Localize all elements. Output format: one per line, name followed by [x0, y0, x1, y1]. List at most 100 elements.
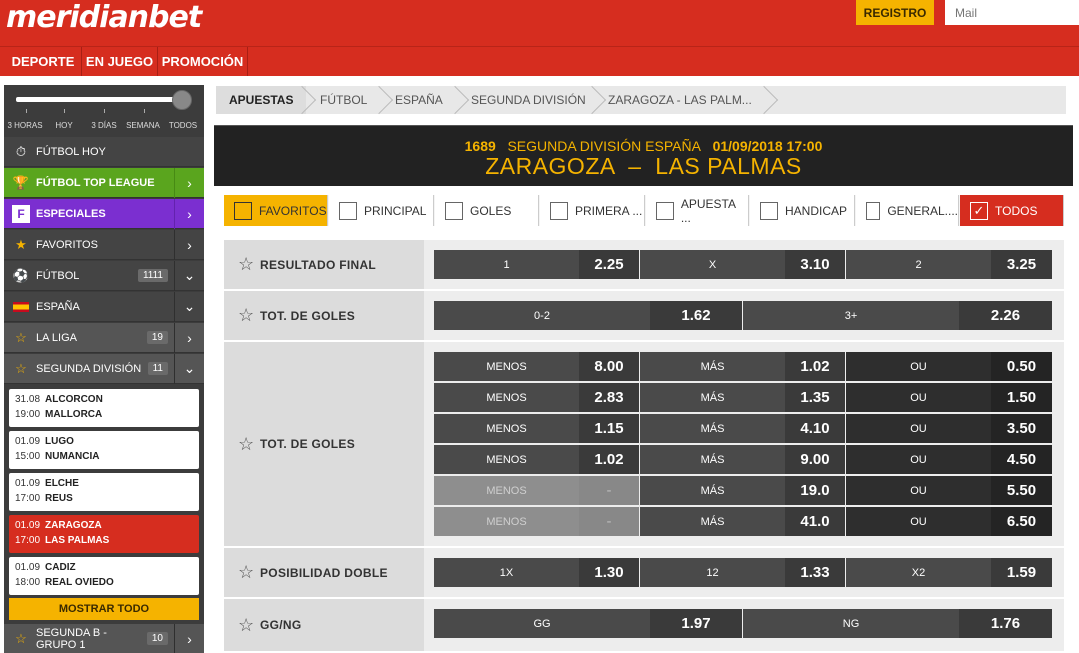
odds-button: MENOS -: [434, 507, 639, 536]
header: meridianbet REGISTRO: [0, 0, 1079, 46]
chevron-down-icon[interactable]: ⌄: [174, 291, 204, 322]
odds-button[interactable]: OU 4.50: [846, 445, 1052, 474]
star-outline-icon[interactable]: ☆: [12, 329, 30, 347]
star-outline-icon[interactable]: ☆: [238, 254, 260, 275]
odds-button[interactable]: GG 1.97: [434, 609, 742, 638]
odds-button[interactable]: X 3.10: [640, 250, 845, 279]
odds-button[interactable]: OU 5.50: [846, 476, 1052, 505]
sidebar-item-futbol-hoy[interactable]: ⏱ FÚTBOL HOY: [4, 137, 204, 167]
star-outline-icon[interactable]: ☆: [238, 615, 260, 636]
tab-apuesta[interactable]: APUESTA ...: [646, 195, 749, 226]
odds-button[interactable]: MENOS 1.15: [434, 414, 639, 443]
show-all-button[interactable]: MOSTRAR TODO: [9, 598, 199, 620]
odds-button[interactable]: OU 1.50: [846, 383, 1052, 412]
main-nav: DEPORTE EN JUEGO PROMOCIÓN: [0, 46, 1079, 76]
odds-button[interactable]: MÁS 1.02: [640, 352, 845, 381]
tab-favoritos[interactable]: FAVORITOS: [224, 195, 328, 226]
event-header: 1689 SEGUNDA DIVISIÓN ESPAÑA 01/09/2018 …: [214, 125, 1073, 186]
mail-input[interactable]: [945, 0, 1079, 25]
breadcrumb-item[interactable]: FÚTBOL: [320, 86, 367, 114]
chevron-down-icon[interactable]: ⌄: [174, 260, 204, 291]
chevron-right-icon[interactable]: ›: [174, 229, 204, 260]
odds-button[interactable]: 1 2.25: [434, 250, 639, 279]
odds-button[interactable]: MENOS 2.83: [434, 383, 639, 412]
tab-goles[interactable]: GOLES: [435, 195, 539, 226]
odds-button[interactable]: 12 1.33: [640, 558, 845, 587]
odds-button[interactable]: X2 1.59: [846, 558, 1052, 587]
checkbox[interactable]: [656, 201, 674, 220]
odds-button[interactable]: MENOS 8.00: [434, 352, 639, 381]
star-outline-icon[interactable]: ☆: [238, 305, 260, 326]
match-item[interactable]: 01.09 ELCHE 17:00 REUS: [9, 473, 199, 511]
odds-button[interactable]: 0-2 1.62: [434, 301, 742, 330]
chevron-right-icon[interactable]: ›: [174, 167, 204, 198]
chevron-right-icon[interactable]: ›: [174, 322, 204, 353]
sidebar-item-label: SEGUNDA DIVISIÓN: [36, 362, 142, 375]
time-slider[interactable]: 3 HORAS HOY 3 DÍAS SEMANA TODOS: [4, 85, 204, 137]
sidebar-item-favoritos[interactable]: ★ FAVORITOS ›: [4, 229, 204, 260]
tab-handicap[interactable]: HANDICAP: [750, 195, 855, 226]
chevron-down-icon[interactable]: ⌄: [174, 353, 204, 384]
checkbox[interactable]: [550, 201, 568, 220]
slider-track[interactable]: [16, 97, 186, 102]
odds-button[interactable]: MENOS 1.02: [434, 445, 639, 474]
checkbox[interactable]: [234, 201, 252, 220]
tab-todos[interactable]: ✓ TODOS: [960, 195, 1064, 226]
match-item[interactable]: 31.08 ALCORCON 19:00 MALLORCA: [9, 389, 199, 427]
sidebar-item-segunda-b[interactable]: ☆ SEGUNDA B - GRUPO 1 10 ›: [4, 623, 204, 653]
slider-knob[interactable]: [172, 90, 192, 110]
slider-label: 3 HORAS: [7, 121, 43, 130]
star-outline-icon[interactable]: ☆: [238, 434, 260, 455]
nav-deporte[interactable]: DEPORTE: [5, 47, 82, 76]
odds-button[interactable]: MÁS 19.0: [640, 476, 845, 505]
count-badge: 10: [146, 632, 168, 645]
event-meta: 1689 SEGUNDA DIVISIÓN ESPAÑA 01/09/2018 …: [214, 138, 1073, 154]
logo[interactable]: meridianbet: [6, 0, 202, 35]
odds-button[interactable]: MÁS 4.10: [640, 414, 845, 443]
star-outline-icon[interactable]: ☆: [12, 360, 30, 378]
soccer-ball-icon: ⚽: [12, 267, 30, 283]
tab-principal[interactable]: PRINCIPAL: [329, 195, 434, 226]
nav-en-juego[interactable]: EN JUEGO: [82, 47, 158, 76]
sidebar-item-especiales[interactable]: F ESPECIALES ›: [4, 198, 204, 229]
odds-button[interactable]: 2 3.25: [846, 250, 1052, 279]
odds-button[interactable]: OU 6.50: [846, 507, 1052, 536]
breadcrumb: APUESTAS FÚTBOL ESPAÑA SEGUNDA DIVISIÓN …: [216, 85, 1066, 115]
chevron-right-icon[interactable]: ›: [174, 198, 204, 229]
chevron-right-icon[interactable]: ›: [174, 623, 204, 653]
match-item[interactable]: 01.09 LUGO 15:00 NUMANCIA: [9, 431, 199, 469]
odds-button[interactable]: 1X 1.30: [434, 558, 639, 587]
odds-button[interactable]: OU 0.50: [846, 352, 1052, 381]
checkbox[interactable]: [445, 201, 463, 220]
odds-button[interactable]: MÁS 41.0: [640, 507, 845, 536]
breadcrumb-item[interactable]: ESPAÑA: [395, 86, 443, 114]
tab-primera[interactable]: PRIMERA ...: [540, 195, 645, 226]
odds-button[interactable]: OU 3.50: [846, 414, 1052, 443]
tab-general[interactable]: GENERAL....: [856, 195, 959, 226]
sidebar-item-segunda-division[interactable]: ☆ SEGUNDA DIVISIÓN 11 ⌄: [4, 353, 204, 384]
checkbox[interactable]: [339, 201, 357, 220]
sidebar-item-la-liga[interactable]: ☆ LA LIGA 19 ›: [4, 322, 204, 353]
sidebar-item-top-league[interactable]: 🏆 FÚTBOL TOP LEAGUE ›: [4, 167, 204, 198]
specials-icon: F: [12, 204, 30, 223]
star-outline-icon[interactable]: ☆: [12, 630, 30, 648]
match-item-active[interactable]: 01.09 ZARAGOZA 17:00 LAS PALMAS: [9, 515, 199, 553]
match-item[interactable]: 01.09 CADIZ 18:00 REAL OVIEDO: [9, 557, 199, 595]
odds-button[interactable]: NG 1.76: [743, 609, 1052, 638]
star-outline-icon[interactable]: ☆: [238, 562, 260, 583]
checkmark-icon[interactable]: ✓: [970, 201, 988, 220]
sidebar-item-espana[interactable]: ESPAÑA ⌄: [4, 291, 204, 322]
nav-promocion[interactable]: PROMOCIÓN: [158, 47, 248, 76]
ou-grid: MENOS 8.00 MÁS 1.02 OU 0.50 MENOS 2.83 MÁS 1.35 OU…: [424, 342, 1064, 546]
event-id: 1689: [464, 138, 496, 154]
breadcrumb-item[interactable]: SEGUNDA DIVISIÓN: [471, 86, 586, 114]
odds-button[interactable]: MÁS 9.00: [640, 445, 845, 474]
odds-button[interactable]: MÁS 1.35: [640, 383, 845, 412]
count-badge: 11: [147, 362, 168, 375]
checkbox[interactable]: [760, 201, 778, 220]
register-button[interactable]: REGISTRO: [856, 0, 934, 25]
checkbox[interactable]: [866, 201, 881, 220]
sidebar-item-futbol[interactable]: ⚽ FÚTBOL 1111 ⌄: [4, 260, 204, 291]
event-teams: ZARAGOZA – LAS PALMAS: [485, 153, 802, 179]
odds-button[interactable]: 3+ 2.26: [743, 301, 1052, 330]
